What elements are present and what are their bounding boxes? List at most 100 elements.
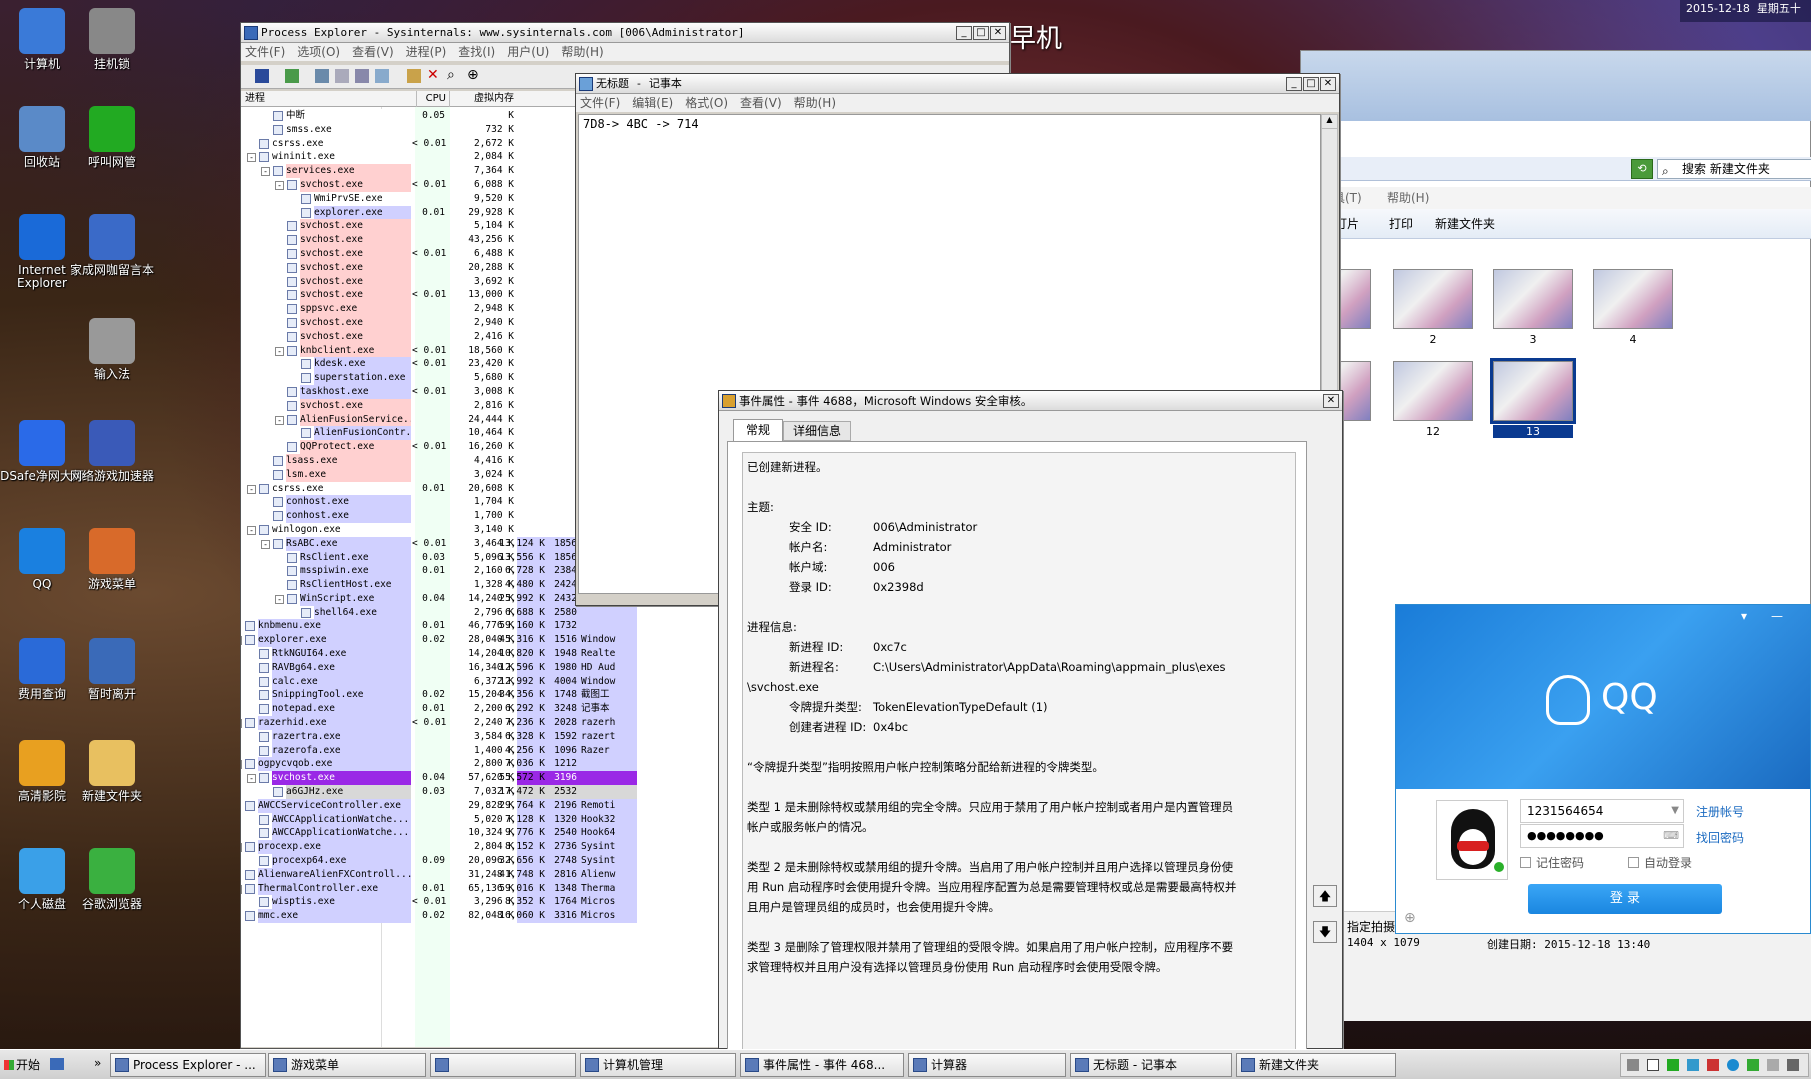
desktop-icon[interactable]: 新建文件夹 [70, 740, 154, 803]
find-icon[interactable]: ⌕ [447, 67, 455, 83]
col-process[interactable]: 进程 [245, 91, 265, 107]
start-button[interactable]: 开始 [2, 1053, 44, 1077]
search-input[interactable]: ⌕ 搜索 新建文件夹 [1657, 159, 1811, 179]
properties-icon[interactable] [335, 69, 349, 83]
handle-icon[interactable] [407, 69, 421, 83]
show-desktop-icon[interactable] [50, 1058, 64, 1070]
col-cpu[interactable]: CPU [416, 91, 446, 107]
save-icon[interactable] [255, 69, 269, 83]
qq-password-input[interactable]: ●●●●●●●● ⌨ [1520, 824, 1684, 848]
menu-item[interactable]: 用户(U) [507, 45, 549, 59]
chevron-down-icon[interactable]: ▼ [1671, 800, 1679, 822]
tray-razer-icon[interactable] [1747, 1059, 1759, 1071]
taskbar-button[interactable]: 游戏菜单 [268, 1053, 426, 1077]
tray-keyboard-icon[interactable] [1627, 1059, 1639, 1071]
refresh-icon[interactable]: ⟲ [1631, 159, 1653, 179]
menu-item[interactable]: 查找(I) [458, 45, 495, 59]
tree-toggle-icon[interactable]: - [241, 760, 242, 770]
tray-qq-icon[interactable] [1727, 1059, 1739, 1071]
tree-toggle-icon[interactable]: - [241, 884, 242, 894]
minimize-icon[interactable]: — [1771, 609, 1783, 623]
desktop-icon[interactable]: 暂时离开 [70, 638, 154, 701]
col-memory[interactable]: 虚拟内存 [449, 91, 514, 107]
image-thumbnail[interactable] [1493, 269, 1573, 329]
maximize-button[interactable]: □ [973, 26, 989, 40]
close-button[interactable]: ✕ [990, 26, 1006, 40]
menu-item[interactable]: 文件(F) [245, 45, 285, 59]
taskbar-button[interactable]: 计算机管理 [580, 1053, 736, 1077]
scroll-up-icon[interactable]: ▲ [1322, 115, 1337, 129]
tray-more-icon[interactable] [1787, 1059, 1799, 1071]
desktop-icon[interactable]: 谷歌浏览器 [70, 848, 154, 911]
taskbar-button[interactable]: 事件属性 - 事件 468... [740, 1053, 904, 1077]
window-icon[interactable] [355, 69, 369, 83]
qq-menu-icon[interactable]: ▾ [1741, 609, 1747, 623]
minimize-button[interactable]: _ [1286, 77, 1302, 91]
quicklaunch-expand-icon[interactable]: » [94, 1056, 101, 1070]
taskbar-button[interactable] [430, 1053, 576, 1077]
minimize-button[interactable]: _ [956, 26, 972, 40]
cpu-icon[interactable] [375, 69, 389, 83]
tab-general[interactable]: 常规 [733, 419, 783, 441]
menu-item[interactable]: 文件(F) [580, 96, 620, 110]
taskbar-button[interactable]: Process Explorer - ... [110, 1053, 266, 1077]
qq-login-window[interactable]: ▾ — QQ 1231564654 ▼ ●●●●●●●● ⌨ 注册帐号 找回密码… [1395, 604, 1811, 934]
previous-event-button[interactable]: 🡅 [1313, 885, 1337, 907]
event-description[interactable]: 已创建新进程。 主题: 安全 ID: 006\Administrator 帐户名: Adm… [742, 452, 1296, 1051]
image-thumbnail[interactable] [1490, 358, 1576, 424]
procexp-titlebar[interactable]: Process Explorer - Sysinternals: www.sys… [241, 23, 1009, 43]
menu-item[interactable]: 帮助(H) [561, 45, 603, 59]
tree-toggle-icon[interactable]: - [261, 167, 270, 177]
desktop-icon[interactable]: 家成网咖留言本 [70, 214, 154, 277]
close-button[interactable]: ✕ [1323, 394, 1339, 408]
tree-toggle-icon[interactable]: - [247, 774, 256, 784]
menu-item[interactable]: 查看(V) [352, 45, 394, 59]
system-info-icon[interactable] [315, 69, 329, 83]
print-button[interactable]: 打印 [1389, 209, 1413, 239]
tree-toggle-icon[interactable]: - [247, 525, 256, 535]
tray-alienware-icon[interactable] [1767, 1059, 1779, 1071]
menu-item[interactable]: 帮助(H) [794, 96, 836, 110]
tray-network-icon[interactable] [1687, 1059, 1699, 1071]
event-properties-dialog[interactable]: 事件属性 - 事件 4688，Microsoft Windows 安全审核。 ✕… [718, 390, 1343, 1051]
menu-item[interactable]: 格式(O) [685, 96, 728, 110]
tree-toggle-icon[interactable]: - [247, 484, 256, 494]
desktop-icon[interactable]: 输入法 [70, 318, 154, 381]
tree-toggle-icon[interactable]: - [247, 153, 256, 163]
register-link[interactable]: 注册帐号 [1696, 803, 1744, 820]
refresh-icon[interactable] [285, 69, 299, 83]
taskbar-button[interactable]: 新建文件夹 [1236, 1053, 1396, 1077]
kill-process-icon[interactable]: ✕ [427, 67, 439, 83]
remember-checkbox[interactable] [1520, 857, 1531, 868]
menu-item[interactable]: 进程(P) [406, 45, 447, 59]
maximize-button[interactable]: □ [1303, 77, 1319, 91]
image-thumbnail[interactable] [1393, 269, 1473, 329]
new-folder-button[interactable]: 新建文件夹 [1435, 209, 1495, 239]
tree-toggle-icon[interactable]: - [241, 636, 242, 646]
forgot-password-link[interactable]: 找回密码 [1696, 829, 1744, 846]
image-thumbnail[interactable] [1593, 269, 1673, 329]
desktop-icon[interactable]: 呼叫网管 [70, 106, 154, 169]
tree-toggle-icon[interactable]: - [275, 180, 284, 190]
tree-toggle-icon[interactable]: - [261, 539, 270, 549]
tree-toggle-icon[interactable]: - [241, 719, 242, 729]
image-thumbnail[interactable] [1393, 361, 1473, 421]
login-button[interactable]: 登 录 [1528, 884, 1722, 914]
desktop-icon[interactable]: 游戏菜单 [70, 528, 154, 591]
taskbar-button[interactable]: 无标题 - 记事本 [1070, 1053, 1232, 1077]
tray-cpu-icon[interactable] [1667, 1059, 1679, 1071]
tree-toggle-icon[interactable]: - [241, 843, 242, 853]
menu-item[interactable]: 编辑(E) [632, 96, 673, 110]
menu-item[interactable]: 查看(V) [740, 96, 782, 110]
desktop-icon[interactable]: 挂机锁 [70, 8, 154, 71]
menu-help[interactable]: 帮助(H) [1387, 187, 1429, 209]
add-account-icon[interactable]: ⊕ [1404, 910, 1416, 926]
autologin-checkbox[interactable] [1628, 857, 1639, 868]
next-event-button[interactable]: 🡇 [1313, 921, 1337, 943]
qq-account-input[interactable]: 1231564654 ▼ [1520, 799, 1684, 823]
desktop-icon[interactable]: 网络游戏加速器 [70, 420, 154, 483]
notepad-titlebar[interactable]: 无标题 - 记事本 _ □ ✕ [576, 74, 1339, 94]
tray-window-icon[interactable] [1647, 1059, 1659, 1071]
tree-toggle-icon[interactable]: - [275, 415, 284, 425]
tree-toggle-icon[interactable]: - [275, 594, 284, 604]
